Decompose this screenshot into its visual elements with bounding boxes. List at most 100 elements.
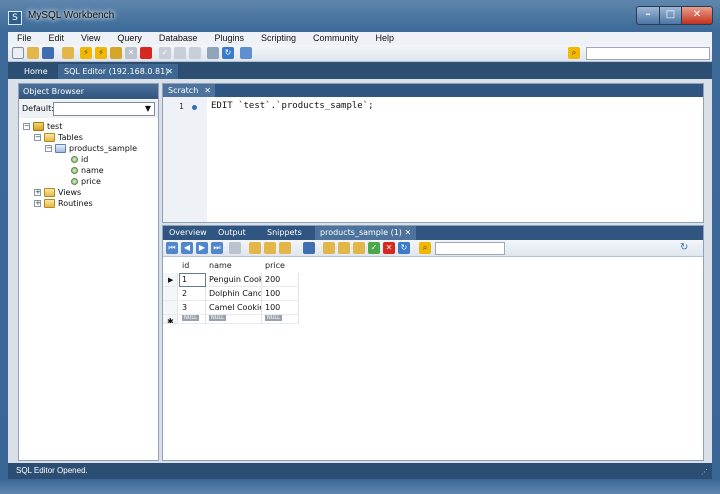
stop-icon[interactable]: ✕ [125,47,137,59]
grid-cell[interactable]: 200 [262,273,299,287]
grid-cell[interactable]: 2 [179,287,206,301]
column-label: id [81,155,89,164]
menu-bar: File Edit View Query Database Plugins Sc… [8,32,712,45]
last-row-icon[interactable]: ⏭ [211,242,223,254]
column-header[interactable]: id [179,259,206,273]
close-tab-icon[interactable]: ✕ [166,64,173,79]
tab-overview[interactable]: Overview [169,226,207,240]
tab-sql-editor[interactable]: SQL Editor (192.168.0.81) ✕ [58,64,178,79]
default-schema-select[interactable]: ▼ [53,102,155,116]
tree-node-column[interactable]: name [71,165,104,176]
close-button[interactable]: ✕ [681,6,713,25]
tree-node-tables[interactable]: − Tables [34,132,83,143]
grid-cell[interactable]: Camel Cookie [206,301,262,315]
resize-grip-icon[interactable]: ⋰ [701,468,708,476]
sql-code-line[interactable]: EDIT `test`.`products_sample`; [211,101,374,111]
save-icon[interactable] [303,242,315,254]
menu-file[interactable]: File [8,32,40,45]
editor-tab-bar: Scratch ✕ [163,84,703,97]
table-row[interactable]: ▶ 1 Penguin Cookie 200 [163,273,303,287]
main-tab-strip: Home SQL Editor (192.168.0.81) ✕ [8,62,712,79]
menu-edit[interactable]: Edit [40,32,73,45]
close-tab-icon[interactable]: ✕ [204,84,211,97]
grid-cell[interactable]: 100 [262,301,299,315]
menu-query[interactable]: Query [108,32,150,45]
next-row-icon[interactable]: ▶ [196,242,208,254]
grid-cell[interactable]: 3 [179,301,206,315]
tab-home[interactable]: Home [18,64,54,79]
edit-cell-icon[interactable] [249,242,261,254]
save-icon[interactable] [42,47,54,59]
maximize-button[interactable]: □ [659,6,682,25]
collapse-icon[interactable]: − [23,123,30,130]
table-row[interactable]: 2 Dolphin Candy 100 [163,287,303,301]
tab-output[interactable]: Output [218,226,246,240]
reconnect-icon[interactable] [207,47,219,59]
previous-row-icon[interactable]: ◀ [181,242,193,254]
grid-cell[interactable]: 100 [262,287,299,301]
tab-products-sample[interactable]: products_sample (1) ✕ [315,226,417,240]
explain-icon[interactable] [110,47,122,59]
open-folder-icon[interactable] [27,47,39,59]
auto-commit-icon[interactable] [189,47,201,59]
remove-row-icon[interactable] [353,242,365,254]
add-row-icon[interactable] [338,242,350,254]
expand-icon[interactable]: + [34,189,41,196]
tree-node-column[interactable]: price [71,176,101,187]
column-header[interactable]: price [262,259,299,273]
tree-node-routines[interactable]: + Routines [34,198,93,209]
null-cell[interactable]: NULL [262,315,299,324]
menu-help[interactable]: Help [367,32,403,45]
expand-icon[interactable]: + [34,200,41,207]
chevron-down-icon: ▼ [144,104,151,113]
tab-snippets[interactable]: Snippets [267,226,302,240]
collapse-icon[interactable]: − [45,145,52,152]
refresh-icon[interactable]: ↻ [398,242,410,254]
refresh-icon[interactable]: ↻ [222,47,234,59]
result-search-input[interactable] [435,242,505,255]
menu-community[interactable]: Community [304,32,367,45]
execute-icon[interactable]: ⚡ [80,47,92,59]
menu-database[interactable]: Database [150,32,206,45]
edit-icon[interactable] [323,242,335,254]
close-tab-icon[interactable]: ✕ [404,228,411,237]
tree-node-column[interactable]: id [71,154,88,165]
window-title: MySQL Workbench [28,10,115,21]
toggle-panel-icon[interactable] [240,47,252,59]
insert-row-icon[interactable] [264,242,276,254]
column-label: name [81,166,104,175]
tree-node-views[interactable]: + Views [34,187,81,198]
grid-cell[interactable]: Dolphin Candy [206,287,262,301]
null-cell[interactable]: NULL [206,315,262,324]
execute-current-icon[interactable]: ⚡ [95,47,107,59]
new-row[interactable]: ✱ NULL NULL NULL [163,315,303,324]
tree-node-table[interactable]: − products_sample [45,143,137,154]
discard-changes-icon[interactable]: ✕ [383,242,395,254]
row-header[interactable] [163,301,178,315]
row-header[interactable] [163,287,178,301]
menu-scripting[interactable]: Scripting [252,32,304,45]
toolbar-search-input[interactable] [586,47,710,60]
row-pointer-icon: ▶ [163,273,178,287]
tree-node-schema[interactable]: − test [23,121,62,132]
grid-cell[interactable]: Penguin Cookie [206,273,262,287]
grid-cell[interactable]: 1 [179,273,206,287]
minimize-button[interactable]: – [636,6,660,25]
menu-plugins[interactable]: Plugins [205,32,252,45]
apply-changes-icon[interactable]: ✓ [368,242,380,254]
menu-view[interactable]: View [72,32,108,45]
tab-scratch[interactable]: Scratch ✕ [163,84,215,97]
null-cell[interactable]: NULL [179,315,206,324]
stop-on-error-icon[interactable] [140,47,152,59]
delete-row-icon[interactable] [279,242,291,254]
column-header[interactable]: name [206,259,262,273]
collapse-icon[interactable]: − [34,134,41,141]
refresh-icon[interactable]: ↻ [680,242,688,253]
page-icon[interactable] [229,242,241,254]
open-script-icon[interactable] [62,47,74,59]
commit-icon[interactable]: ✓ [159,47,171,59]
table-row[interactable]: 3 Camel Cookie 100 [163,301,303,315]
first-row-icon[interactable]: ⏮ [166,242,178,254]
new-file-icon[interactable] [12,47,24,59]
rollback-icon[interactable] [174,47,186,59]
